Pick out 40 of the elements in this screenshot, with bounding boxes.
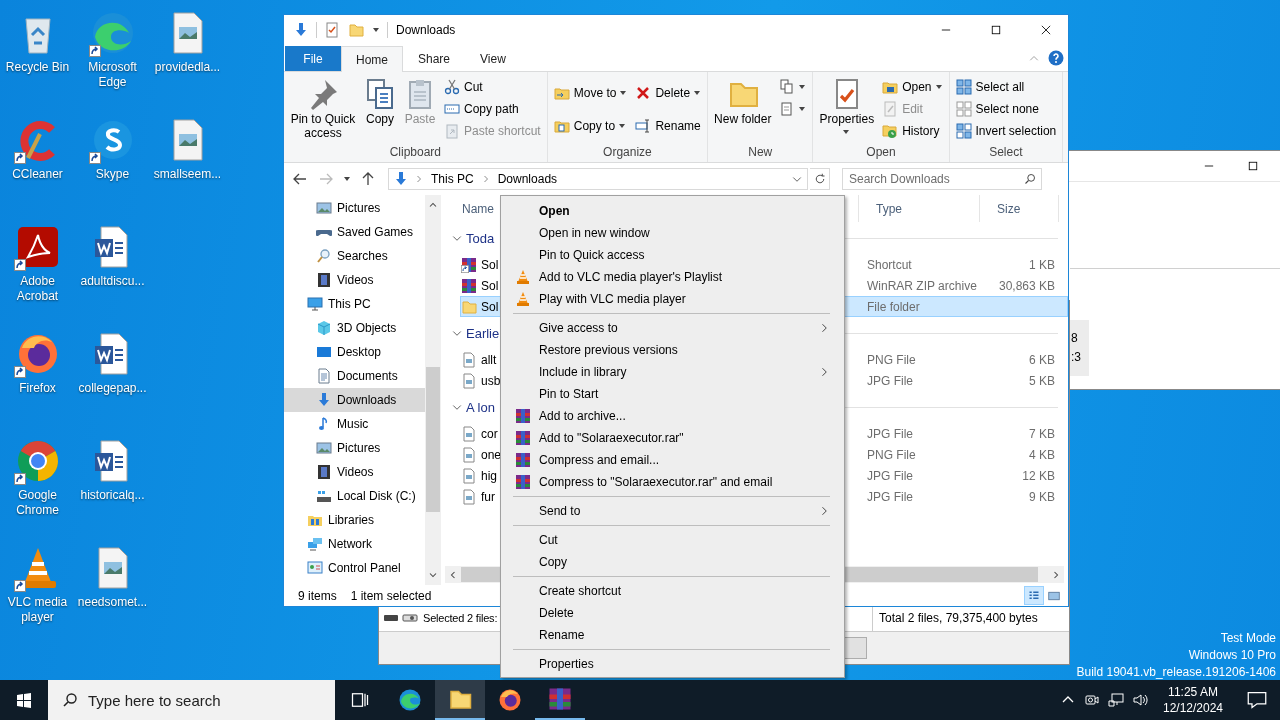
file-type: PNG File bbox=[866, 447, 917, 462]
file-type: JPG File bbox=[866, 426, 914, 441]
file-name: hig bbox=[481, 468, 497, 483]
system-notice-text: Windows 10 Pro bbox=[1188, 647, 1276, 664]
file-size: 6 KB bbox=[1029, 352, 1055, 367]
file-type: Shortcut bbox=[866, 257, 913, 272]
system-notice-text: Build 19041.vb_release.191206-1406 bbox=[1076, 664, 1276, 681]
file-name: Sol bbox=[481, 299, 499, 314]
ribbon-group-label: Select bbox=[989, 144, 1023, 161]
file-type: WinRAR ZIP archive bbox=[866, 278, 978, 293]
file-type: File folder bbox=[866, 299, 921, 314]
file-size: 1 KB bbox=[1029, 257, 1055, 272]
file-size: 12 KB bbox=[1022, 468, 1055, 483]
file-name: Sol bbox=[481, 278, 499, 293]
file-name: cor bbox=[481, 426, 498, 441]
file-name: one bbox=[481, 447, 502, 462]
ribbon-group-label: New bbox=[748, 144, 773, 161]
status-text: Selected 2 files: bbox=[422, 612, 498, 624]
file-type: PNG File bbox=[866, 352, 917, 367]
file-type: JPG File bbox=[866, 489, 914, 504]
ribbon-group-label: Open bbox=[866, 144, 896, 161]
file-size: 30,863 KB bbox=[998, 278, 1055, 293]
file-size: 9 KB bbox=[1029, 489, 1055, 504]
file-size: 5 KB bbox=[1029, 373, 1055, 388]
file-name: allt bbox=[481, 352, 497, 367]
file-type: JPG File bbox=[866, 468, 914, 483]
ribbon-group-label: Clipboard bbox=[389, 144, 442, 161]
cell-text: :3 bbox=[1071, 349, 1082, 366]
file-type: JPG File bbox=[866, 373, 914, 388]
ribbon-group-label: Organize bbox=[603, 144, 652, 161]
file-name: fur bbox=[481, 489, 495, 504]
file-name: usb bbox=[481, 373, 501, 388]
file-size: 4 KB bbox=[1029, 447, 1055, 462]
file-size: 7 KB bbox=[1029, 426, 1055, 441]
file-name: Sol bbox=[481, 257, 499, 272]
cell-text: 8 bbox=[1071, 330, 1079, 347]
status-text: 1 item selected bbox=[350, 588, 432, 603]
status-text: 9 items bbox=[298, 588, 337, 603]
window-title: Downloads bbox=[395, 23, 457, 37]
system-notice-text: Test Mode bbox=[1220, 630, 1276, 647]
